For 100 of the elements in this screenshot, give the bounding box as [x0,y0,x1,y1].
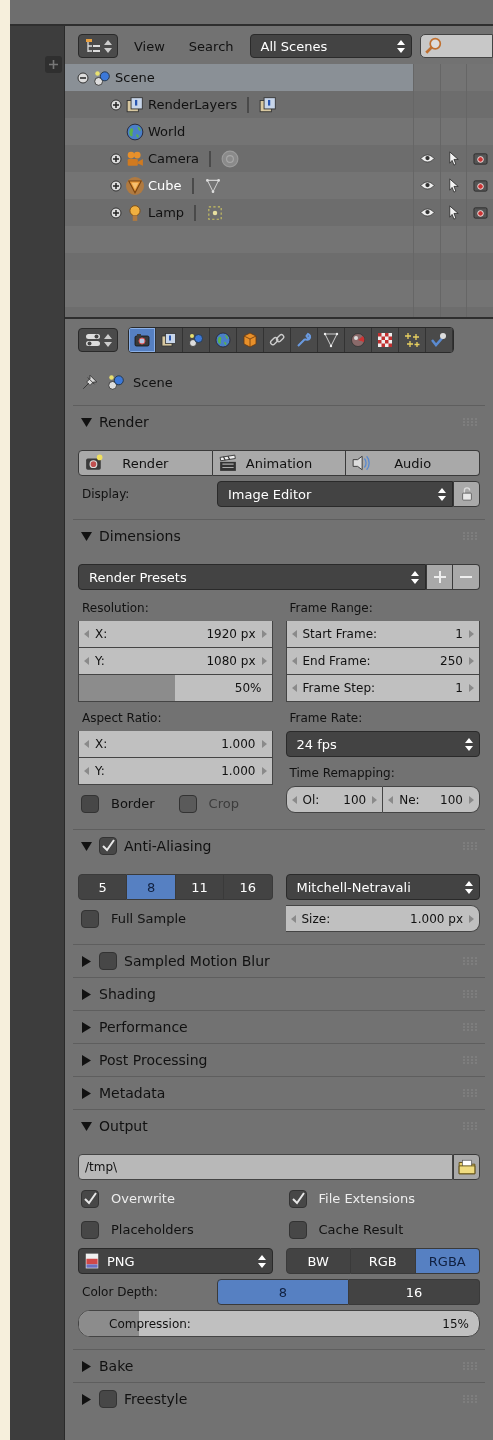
panel-header[interactable]: Sampled Motion Blur [73,945,485,977]
properties-tab[interactable] [237,328,264,352]
properties-tab[interactable] [129,328,156,352]
expand-toggle[interactable] [110,206,122,219]
path-field[interactable]: /tmp\ [78,1154,453,1180]
expand-toggle[interactable] [110,98,122,111]
tree-row[interactable]: Scene [65,64,413,91]
properties-tab[interactable] [210,328,237,352]
decrement-arrow-icon[interactable] [84,630,89,638]
tree-row[interactable]: Lamp [65,199,413,226]
checkbox[interactable] [288,1220,307,1239]
decrement-arrow-icon[interactable] [291,684,297,692]
option-button[interactable]: 11 [175,874,225,900]
decrement-arrow-icon[interactable] [84,657,89,665]
checkbox[interactable] [81,794,99,813]
checkbox[interactable] [81,1220,99,1239]
tree-row[interactable]: World [65,118,413,145]
tree-item-label[interactable]: Camera [148,151,200,166]
increment-arrow-icon[interactable] [469,684,474,692]
tree-row[interactable]: RenderLayers [65,91,413,118]
increment-arrow-icon[interactable] [261,767,267,775]
increment-arrow-icon[interactable] [261,657,267,665]
tree-item-label[interactable]: Lamp [148,205,185,220]
dropdown[interactable]: Image Editor [217,481,453,507]
panel-header[interactable]: Output [73,1110,485,1142]
tree-item-label[interactable]: World [148,124,186,139]
increment-arrow-icon[interactable] [469,657,474,665]
checkbox-label[interactable]: Overwrite [111,1191,175,1206]
properties-tab[interactable] [426,328,453,352]
checkbox-label[interactable]: Cache Result [318,1222,404,1237]
increment-arrow-icon[interactable] [469,914,474,923]
panel-header[interactable]: Dimensions [73,520,485,552]
expand-toggle[interactable] [77,71,89,84]
properties-tab[interactable] [399,328,426,352]
properties-tab[interactable] [372,328,399,352]
checkbox[interactable] [81,1189,99,1208]
render-action-button[interactable]: Render [78,450,213,476]
pin-icon[interactable] [81,373,99,391]
plus-icon[interactable] [45,56,62,73]
increment-arrow-icon[interactable] [261,630,267,638]
option-button[interactable]: 16 [224,874,273,900]
increment-arrow-icon[interactable] [261,740,267,748]
number-field[interactable]: Frame Step: 1 [285,675,480,702]
number-field[interactable]: X: 1920 px [78,621,273,648]
add-preset-button[interactable] [426,564,453,590]
checkbox[interactable] [99,837,117,855]
checkbox-label[interactable]: Full Sample [111,911,187,926]
number-field[interactable]: Ne: 100 [383,786,480,813]
menu-item[interactable]: View [126,38,173,54]
number-field[interactable]: X: 1.000 [78,731,273,758]
panel-header[interactable]: Anti-Aliasing [73,830,485,862]
decrement-arrow-icon[interactable] [291,630,297,638]
slider[interactable]: Compression: 15% [78,1310,480,1337]
dropdown[interactable]: All Scenes [249,34,412,58]
properties-tab[interactable] [183,328,210,352]
option-button[interactable]: RGB [351,1248,416,1274]
panel-header[interactable]: Render [73,406,485,438]
decrement-arrow-icon[interactable] [291,795,297,804]
panel-header[interactable]: Post Processing [73,1044,485,1076]
checkbox[interactable] [99,1390,117,1408]
option-button[interactable]: 16 [349,1279,480,1305]
number-field[interactable]: End Frame: 250 [285,648,480,675]
decrement-arrow-icon[interactable] [291,657,297,665]
number-field[interactable]: Size: 1.000 px [285,905,480,932]
panel-header[interactable]: Bake [73,1350,485,1382]
tree-row[interactable]: Camera [65,145,413,172]
number-field[interactable]: Start Frame: 1 [285,621,480,648]
checkbox-label[interactable]: File Extensions [318,1191,415,1206]
dropdown[interactable]: 24 fps [285,731,480,757]
render-action-button[interactable]: Animation [212,450,347,476]
properties-tab[interactable] [291,328,318,352]
option-button[interactable]: RGBA [415,1248,480,1274]
menu-item[interactable]: Search [180,38,242,54]
tree-row[interactable]: Cube [65,172,413,199]
increment-arrow-icon[interactable] [469,630,474,638]
editor-type-button[interactable] [78,34,118,58]
checkbox[interactable] [288,1189,307,1208]
render-action-button[interactable]: Audio [346,450,480,476]
checkbox[interactable] [99,952,117,970]
tree-item-label[interactable]: Cube [148,178,182,193]
decrement-arrow-icon[interactable] [290,914,296,923]
dropdown[interactable]: Mitchell-Netravali [285,874,480,900]
decrement-arrow-icon[interactable] [388,795,394,804]
dropdown[interactable]: PNG [78,1248,273,1274]
properties-tab[interactable] [264,328,291,352]
number-field[interactable]: Ol: 100 [285,786,384,813]
editor-type-button[interactable] [78,328,118,352]
option-button[interactable]: 8 [127,874,176,900]
option-button[interactable]: 8 [217,1279,349,1305]
number-field[interactable]: Y: 1080 px [78,648,273,675]
increment-arrow-icon[interactable] [469,795,474,804]
search-field[interactable] [419,34,493,58]
dropdown[interactable]: Render Presets [78,564,426,590]
lock-button[interactable] [453,481,480,507]
remove-preset-button[interactable] [453,564,480,590]
option-button[interactable]: BW [285,1248,351,1274]
number-field[interactable]: Y: 1.000 [78,758,273,785]
decrement-arrow-icon[interactable] [84,767,89,775]
properties-tab[interactable] [156,328,183,352]
panel-header[interactable]: Performance [73,1011,485,1043]
